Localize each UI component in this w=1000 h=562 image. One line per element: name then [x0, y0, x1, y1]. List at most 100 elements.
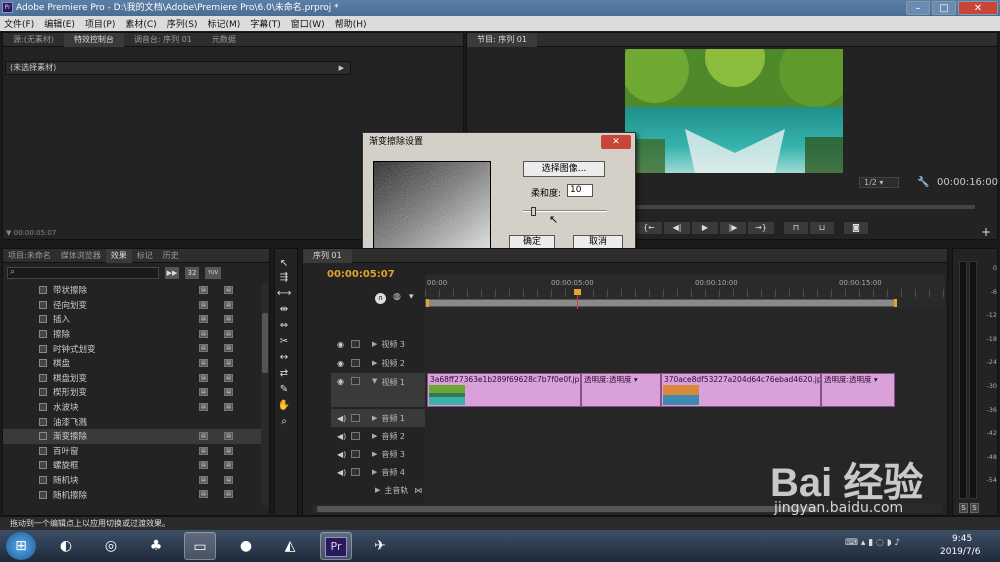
menu-sequence[interactable]: 序列(S)	[167, 17, 198, 30]
zoom-tool-icon[interactable]: ⌕	[277, 415, 291, 428]
minimize-button[interactable]: –	[906, 1, 930, 15]
eye-icon[interactable]: ◉	[337, 359, 347, 368]
expand-arrow-icon[interactable]: ▶	[339, 62, 344, 74]
softness-input[interactable]: 10	[567, 184, 593, 197]
track-header-audio-4[interactable]: ◀) ▶ 音频 4	[331, 463, 427, 481]
expand-track-icon[interactable]: ▶	[372, 432, 377, 440]
lock-icon[interactable]	[351, 450, 360, 458]
taskbar-app-firefox-icon[interactable]: ●	[230, 532, 262, 560]
expand-track-icon[interactable]: ▶	[375, 486, 380, 494]
list-item-selected[interactable]: 渐变擦除 ▤ ▤	[3, 428, 261, 444]
expand-track-icon[interactable]: ▶	[372, 359, 377, 367]
taskbar-app-ie-icon[interactable]: ◎	[95, 532, 127, 560]
speaker-icon[interactable]: ◀)	[337, 468, 347, 477]
list-item[interactable]: 百叶窗 ▤ ▤	[3, 444, 261, 459]
track-header-audio-1[interactable]: ◀) ▶ 音频 1	[331, 409, 427, 427]
list-item[interactable]: 随机擦除 ▤ ▤	[3, 487, 261, 502]
softness-slider[interactable]	[523, 207, 607, 217]
hand-tool-icon[interactable]: ✋	[277, 399, 291, 412]
track-header-master[interactable]: ▶ 主音轨 ⋈	[331, 481, 427, 499]
tab-history[interactable]: 历史	[158, 250, 184, 261]
tab-markers[interactable]: 标记	[132, 250, 158, 261]
clock-time[interactable]: 9:45	[952, 534, 972, 544]
list-item[interactable]: 擦除 ▤ ▤	[3, 327, 261, 342]
transition-clip[interactable]: 透明度:透明度 ▾	[581, 373, 661, 407]
maximize-button[interactable]: □	[932, 1, 956, 15]
snap-icon[interactable]: ∩	[375, 293, 386, 304]
ripple-edit-tool-icon[interactable]: ⟷	[277, 287, 291, 300]
list-item[interactable]: 时钟式划变 ▤ ▤	[3, 341, 261, 356]
track-header-video-1[interactable]: ◉ ▼ 视频 1	[331, 373, 427, 407]
list-item[interactable]: 插入 ▤ ▤	[3, 312, 261, 327]
menu-marker[interactable]: 标记(M)	[207, 17, 240, 30]
lock-icon[interactable]	[351, 359, 360, 367]
step-forward-icon[interactable]: |▶	[719, 221, 747, 235]
tab-effect-controls[interactable]: 特效控制台	[63, 32, 124, 47]
tab-sequence[interactable]: 序列 01	[303, 248, 352, 263]
list-item[interactable]: 水波块 ▤ ▤	[3, 400, 261, 415]
linked-selection-icon[interactable]: ◍	[393, 292, 401, 302]
speaker-icon[interactable]: ◀)	[337, 432, 347, 441]
menu-project[interactable]: 项目(P)	[85, 17, 115, 30]
taskbar-app-premiere-icon[interactable]: Pr	[320, 532, 352, 560]
timeline-timecode[interactable]: 00:00:05:07	[327, 269, 395, 280]
tab-program[interactable]: 节目: 序列 01	[467, 32, 537, 47]
track-header-video-3[interactable]: ◉ ▶ 视频 3	[331, 335, 427, 353]
start-button[interactable]: ⊞	[6, 532, 36, 560]
clock-date[interactable]: 2019/7/6	[940, 547, 980, 557]
taskbar-app-media-icon[interactable]: ◭	[274, 532, 306, 560]
tab-project[interactable]: 项目:未命名	[3, 250, 56, 261]
collapse-track-icon[interactable]: ▼	[372, 377, 377, 385]
list-item[interactable]: 棋盘划变 ▤ ▤	[3, 371, 261, 386]
expand-track-icon[interactable]: ▶	[372, 414, 377, 422]
clip-2-opacity[interactable]: 透明度:透明度 ▾	[821, 373, 895, 407]
taskbar-app-360-icon[interactable]: ◐	[50, 532, 82, 560]
lock-icon[interactable]	[351, 414, 360, 422]
expand-track-icon[interactable]: ▶	[372, 450, 377, 458]
play-icon[interactable]: ▶	[691, 221, 719, 235]
expand-track-icon[interactable]: ▶	[372, 340, 377, 348]
razor-tool-icon[interactable]: ✂	[277, 335, 291, 348]
work-area-bar[interactable]	[425, 299, 897, 307]
track-select-tool-icon[interactable]: ⇶	[277, 271, 291, 284]
time-ruler[interactable]: 00:00 00:00:05:00 00:00:10:00 00:00:15:0…	[425, 275, 945, 309]
menu-edit[interactable]: 编辑(E)	[44, 17, 75, 30]
pen-tool-icon[interactable]: ✎	[277, 383, 291, 396]
export-frame-icon[interactable]: ◙	[843, 221, 869, 235]
zoom-select[interactable]: 1/2 ▾	[859, 177, 899, 188]
taskbar-app-blue-icon[interactable]: ✈	[364, 532, 396, 560]
list-item[interactable]: 油漆飞溅	[3, 414, 261, 429]
add-marker-icon[interactable]: ▾	[409, 292, 414, 302]
tab-effects[interactable]: 效果	[105, 248, 132, 263]
expand-track-icon[interactable]: ▶	[372, 468, 377, 476]
tab-metadata[interactable]: 元数据	[202, 34, 246, 45]
add-button-icon[interactable]: +	[981, 225, 991, 239]
list-item[interactable]: 螺旋框 ▤ ▤	[3, 458, 261, 473]
list-item[interactable]: 棋盘 ▤ ▤	[3, 356, 261, 371]
rate-stretch-tool-icon[interactable]: ⇔	[277, 319, 291, 332]
lock-icon[interactable]	[351, 377, 360, 385]
effects-search-input[interactable]: ⌕	[7, 267, 159, 279]
softness-slider-thumb[interactable]	[531, 207, 536, 216]
eye-icon[interactable]: ◉	[337, 340, 347, 349]
yuv-effects-icon[interactable]: YUV	[205, 267, 221, 279]
list-item[interactable]: 径向划变 ▤ ▤	[3, 298, 261, 313]
tab-media-browser[interactable]: 媒体浏览器	[56, 250, 106, 261]
32bit-effects-icon[interactable]: 32	[185, 267, 199, 279]
effects-scrollbar[interactable]	[261, 283, 269, 505]
track-header-audio-3[interactable]: ◀) ▶ 音频 3	[331, 445, 427, 463]
go-to-in-icon[interactable]: {←	[635, 221, 663, 235]
clip-2[interactable]: 370ace8df53227a204d64c76ebad4620.jpg	[661, 373, 821, 407]
taskbar-app-explorer-icon[interactable]: ▭	[184, 532, 216, 560]
rolling-edit-tool-icon[interactable]: ⇹	[277, 303, 291, 316]
extract-icon[interactable]: ⊔	[809, 221, 835, 235]
menu-title[interactable]: 字幕(T)	[250, 17, 281, 30]
step-back-icon[interactable]: ◀|	[663, 221, 691, 235]
lock-icon[interactable]	[351, 432, 360, 440]
go-to-out-icon[interactable]: →}	[747, 221, 775, 235]
selection-tool-icon[interactable]: ↖	[277, 257, 291, 270]
slip-tool-icon[interactable]: ↔	[277, 351, 291, 364]
track-header-audio-2[interactable]: ◀) ▶ 音频 2	[331, 427, 427, 445]
list-item[interactable]: 楔形划变 ▤ ▤	[3, 385, 261, 400]
track-header-video-2[interactable]: ◉ ▶ 视频 2	[331, 354, 427, 372]
